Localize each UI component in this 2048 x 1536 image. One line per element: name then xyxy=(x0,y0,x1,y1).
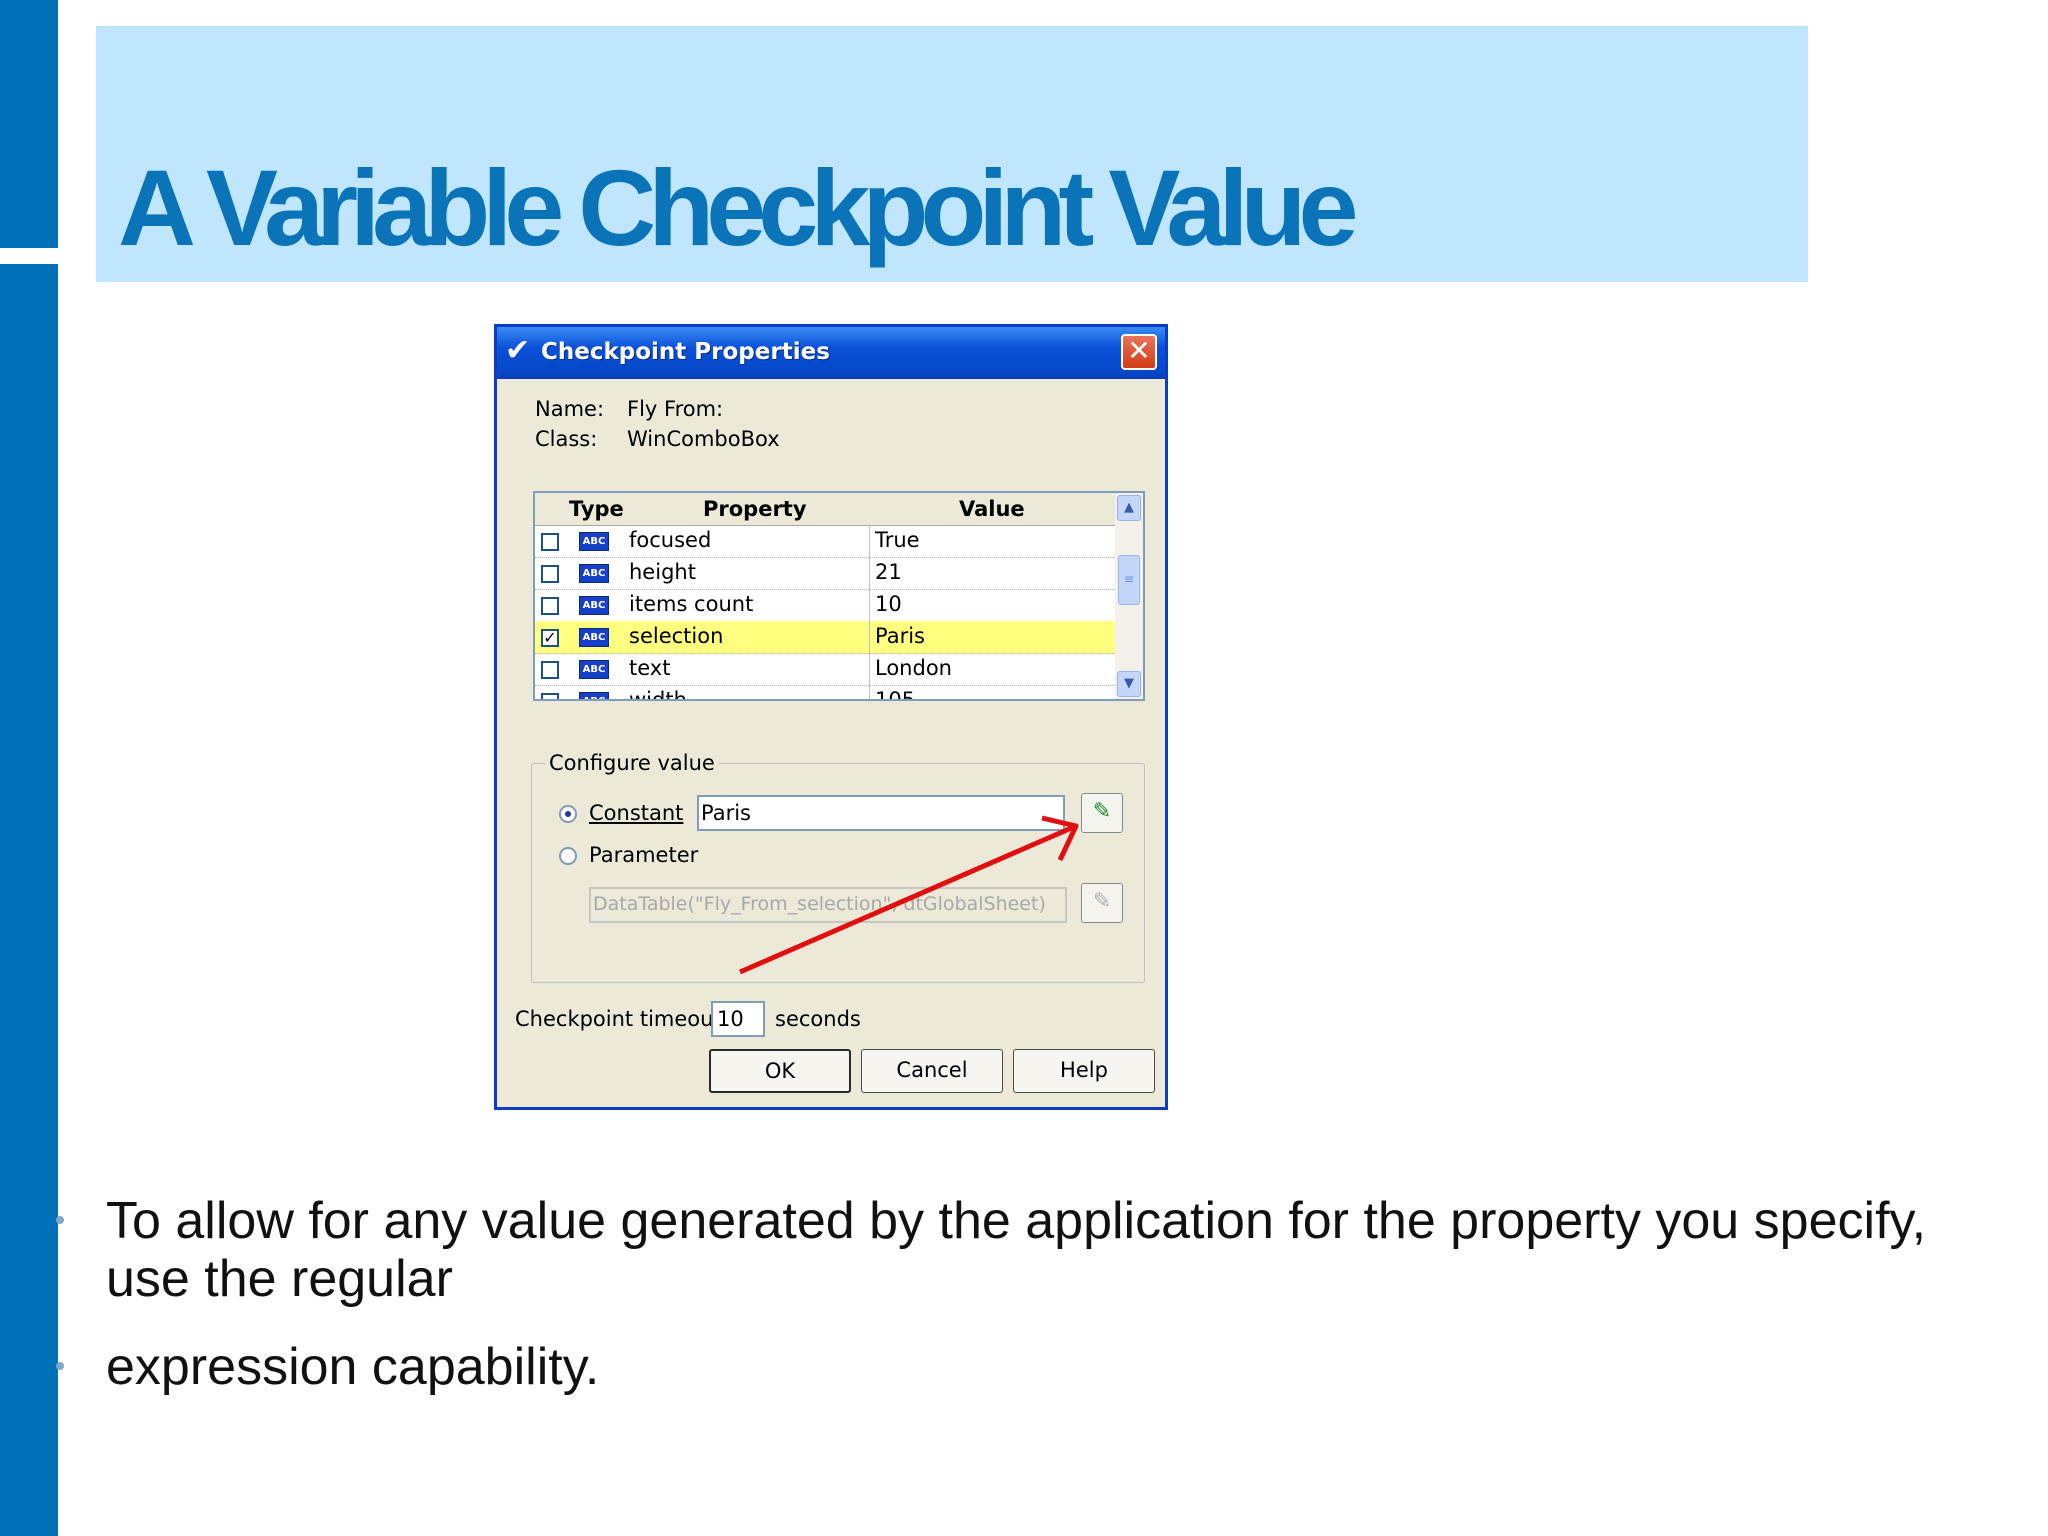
close-icon: ✕ xyxy=(1127,334,1151,367)
slide-title: A Variable Checkpoint Value xyxy=(118,147,1359,268)
scroll-down-icon[interactable]: ▼ xyxy=(1117,671,1141,697)
bullet-dot xyxy=(56,1216,64,1224)
constant-radio[interactable] xyxy=(559,805,577,823)
scroll-up-icon[interactable]: ▲ xyxy=(1117,495,1141,521)
column-divider xyxy=(869,685,870,699)
name-value: Fly From: xyxy=(627,397,724,421)
column-header-value[interactable]: Value xyxy=(959,497,1025,521)
column-header-property[interactable]: Property xyxy=(703,497,807,521)
class-label: Class: xyxy=(535,427,598,451)
column-divider xyxy=(869,621,870,653)
bullet-dot xyxy=(56,1362,64,1370)
checkmark-icon: ✔ xyxy=(505,333,531,368)
type-abc-icon: ABC xyxy=(579,596,609,615)
properties-grid: Type Property Value ABC focused True ABC… xyxy=(533,491,1145,701)
row-checkbox-checked[interactable]: ✓ xyxy=(541,629,559,647)
edit-icon: ✎ xyxy=(1092,799,1112,824)
row-property: focused xyxy=(629,528,712,552)
name-label: Name: xyxy=(535,397,605,421)
type-abc-icon: ABC xyxy=(579,692,609,699)
constant-value-input[interactable]: Paris xyxy=(697,795,1065,831)
table-row[interactable]: ABC text London xyxy=(535,653,1115,686)
table-row[interactable]: ABC height 21 xyxy=(535,557,1115,590)
table-row[interactable]: ABC width 105 xyxy=(535,685,1115,701)
type-abc-icon: ABC xyxy=(579,628,609,647)
type-abc-icon: ABC xyxy=(579,564,609,583)
left-accent-bar-bottom xyxy=(0,264,58,1536)
table-row[interactable]: ABC focused True xyxy=(535,525,1115,558)
checkpoint-properties-dialog: ✔ Checkpoint Properties ✕ Name: Fly From… xyxy=(494,324,1168,1110)
row-checkbox[interactable] xyxy=(541,661,559,679)
constant-edit-button[interactable]: ✎ xyxy=(1081,793,1123,833)
column-divider xyxy=(869,589,870,621)
row-value: London xyxy=(875,656,952,680)
row-checkbox[interactable] xyxy=(541,693,559,699)
row-checkbox[interactable] xyxy=(541,597,559,615)
ok-button[interactable]: OK xyxy=(709,1049,851,1093)
grid-header: Type Property Value xyxy=(535,493,1115,526)
bullet-text-1: To allow for any value generated by the … xyxy=(106,1192,1927,1308)
row-property: selection xyxy=(629,624,724,648)
cancel-button[interactable]: Cancel xyxy=(861,1049,1003,1093)
type-abc-icon: ABC xyxy=(579,532,609,551)
column-divider xyxy=(869,525,870,557)
title-band: A Variable Checkpoint Value xyxy=(96,26,1808,282)
row-value: True xyxy=(875,528,920,552)
dialog-title: Checkpoint Properties xyxy=(541,339,830,365)
parameter-edit-button[interactable]: ✎ xyxy=(1081,883,1123,923)
timeout-label: Checkpoint timeout: xyxy=(515,1007,729,1031)
edit-icon: ✎ xyxy=(1092,889,1112,914)
grid-scrollbar[interactable]: ▲ ≡ ▼ xyxy=(1115,493,1143,699)
row-property: height xyxy=(629,560,696,584)
row-value: 21 xyxy=(875,560,902,584)
table-row-selected[interactable]: ✓ ABC selection Paris xyxy=(535,621,1115,654)
row-property: text xyxy=(629,656,671,680)
row-property: items count xyxy=(629,592,754,616)
close-button[interactable]: ✕ xyxy=(1121,334,1157,370)
timeout-input[interactable]: 10 xyxy=(711,1001,765,1037)
column-divider xyxy=(869,653,870,685)
table-row[interactable]: ABC items count 10 xyxy=(535,589,1115,622)
parameter-value-input[interactable]: DataTable("Fly_From_selection", dtGlobal… xyxy=(589,887,1067,923)
bullet-text-2: expression capability. xyxy=(106,1338,600,1396)
help-button[interactable]: Help xyxy=(1013,1049,1155,1093)
column-divider xyxy=(869,557,870,589)
left-accent-bar-top xyxy=(0,0,58,248)
scroll-thumb[interactable]: ≡ xyxy=(1118,555,1140,605)
parameter-radio[interactable] xyxy=(559,847,577,865)
timeout-unit: seconds xyxy=(775,1007,861,1031)
row-value: Paris xyxy=(875,624,925,648)
configure-value-legend: Configure value xyxy=(545,751,719,775)
row-checkbox[interactable] xyxy=(541,565,559,583)
row-checkbox[interactable] xyxy=(541,533,559,551)
dialog-titlebar[interactable]: ✔ Checkpoint Properties ✕ xyxy=(497,327,1165,379)
constant-label[interactable]: Constant xyxy=(589,801,683,825)
type-abc-icon: ABC xyxy=(579,660,609,679)
parameter-label[interactable]: Parameter xyxy=(589,843,698,867)
column-header-type[interactable]: Type xyxy=(569,497,624,521)
class-value: WinComboBox xyxy=(627,427,780,451)
row-value: 105 xyxy=(875,688,916,701)
row-property: width xyxy=(629,688,687,701)
row-value: 10 xyxy=(875,592,902,616)
